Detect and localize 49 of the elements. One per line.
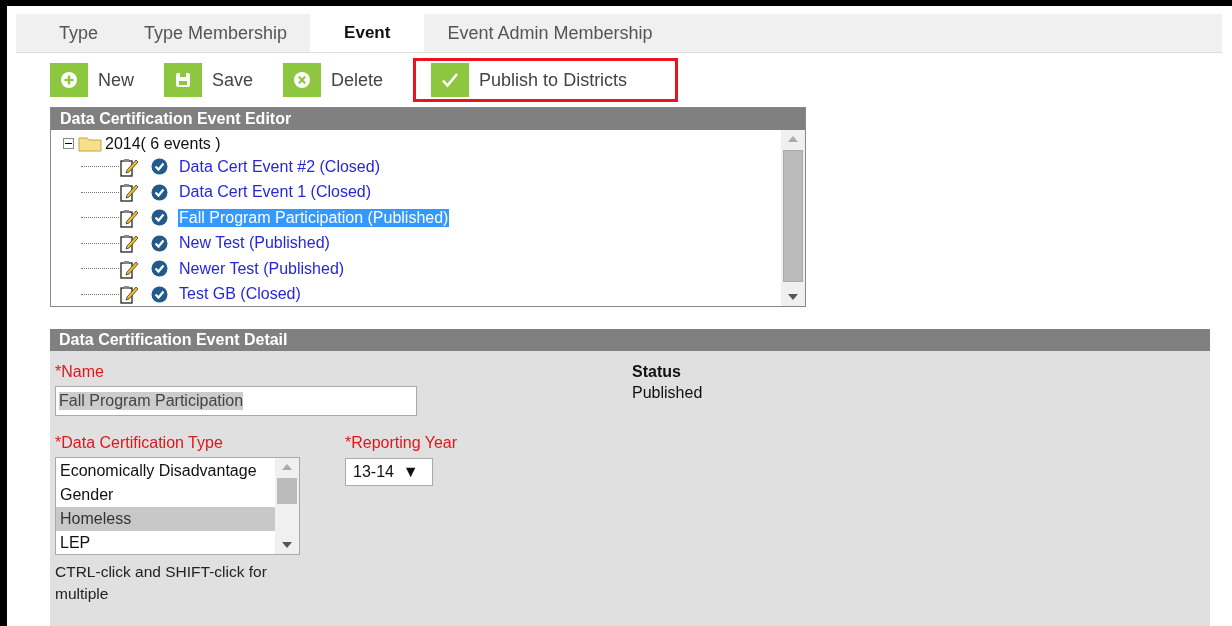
status-value: Published	[632, 384, 703, 402]
floppy-icon	[175, 72, 191, 88]
panel-header: Data Certification Event Editor	[51, 108, 805, 130]
plus-circle-icon	[60, 71, 78, 89]
notepad-pencil-icon	[119, 258, 139, 279]
tab[interactable]: Event	[310, 14, 425, 52]
list-option[interactable]: Homeless	[56, 507, 275, 531]
check-circle-icon	[151, 158, 168, 176]
check-circle-icon	[151, 183, 168, 201]
notepad-pencil-icon	[119, 284, 139, 305]
new-button[interactable]: New	[50, 63, 134, 97]
publish-button[interactable]: Publish to Districts	[431, 63, 628, 97]
status-label: Status	[632, 363, 682, 381]
tab[interactable]: Event Admin Membership	[424, 14, 676, 52]
scrollbar[interactable]	[781, 130, 805, 306]
tree-item[interactable]: New Test (Published)	[178, 234, 331, 253]
tree-item[interactable]: Newer Test (Published)	[178, 259, 346, 278]
check-circle-icon	[151, 234, 168, 252]
name-field[interactable]: Fall Program Participation	[55, 386, 417, 416]
checkmark-icon	[441, 72, 460, 88]
list-option[interactable]: Economically Disadvantage	[56, 459, 275, 483]
tab[interactable]: Type	[36, 14, 122, 52]
field-label: *Reporting Year	[345, 434, 458, 452]
field-label: *Name	[55, 363, 105, 381]
tree-item[interactable]: Data Cert Event 1 (Closed)	[178, 183, 373, 202]
tree-item[interactable]: Data Cert Event #2 (Closed)	[178, 157, 381, 176]
save-button[interactable]: Save	[164, 63, 254, 97]
scrollbar[interactable]	[275, 458, 299, 554]
year-dropdown[interactable]: 13-14 ▼	[345, 458, 433, 486]
list-option[interactable]: Gender	[56, 483, 275, 507]
panel-header: Data Certification Event Detail	[50, 329, 1210, 351]
x-circle-icon	[293, 71, 312, 89]
tree-item[interactable]: Test GB (Closed)	[178, 285, 302, 304]
notepad-pencil-icon	[119, 233, 139, 254]
notepad-pencil-icon	[119, 207, 139, 228]
check-circle-icon	[151, 209, 168, 227]
type-listbox[interactable]: Economically Disadvantage Gender Homeless LEP	[55, 457, 300, 555]
tree-item[interactable]: 2014( 6 events )	[105, 134, 221, 153]
delete-button[interactable]: Delete	[283, 63, 384, 97]
folder-icon	[78, 135, 102, 152]
field-label: *Data Certification Type	[55, 434, 224, 452]
tab[interactable]: Type Membership	[121, 14, 311, 52]
notepad-pencil-icon	[119, 182, 139, 203]
check-circle-icon	[151, 260, 168, 278]
hint-text: CTRL-click and SHIFT-click for multiple	[55, 562, 268, 604]
notepad-pencil-icon	[119, 156, 139, 177]
collapse-toggle[interactable]	[63, 138, 74, 149]
list-option[interactable]: LEP	[56, 531, 275, 555]
check-circle-icon	[151, 285, 168, 303]
